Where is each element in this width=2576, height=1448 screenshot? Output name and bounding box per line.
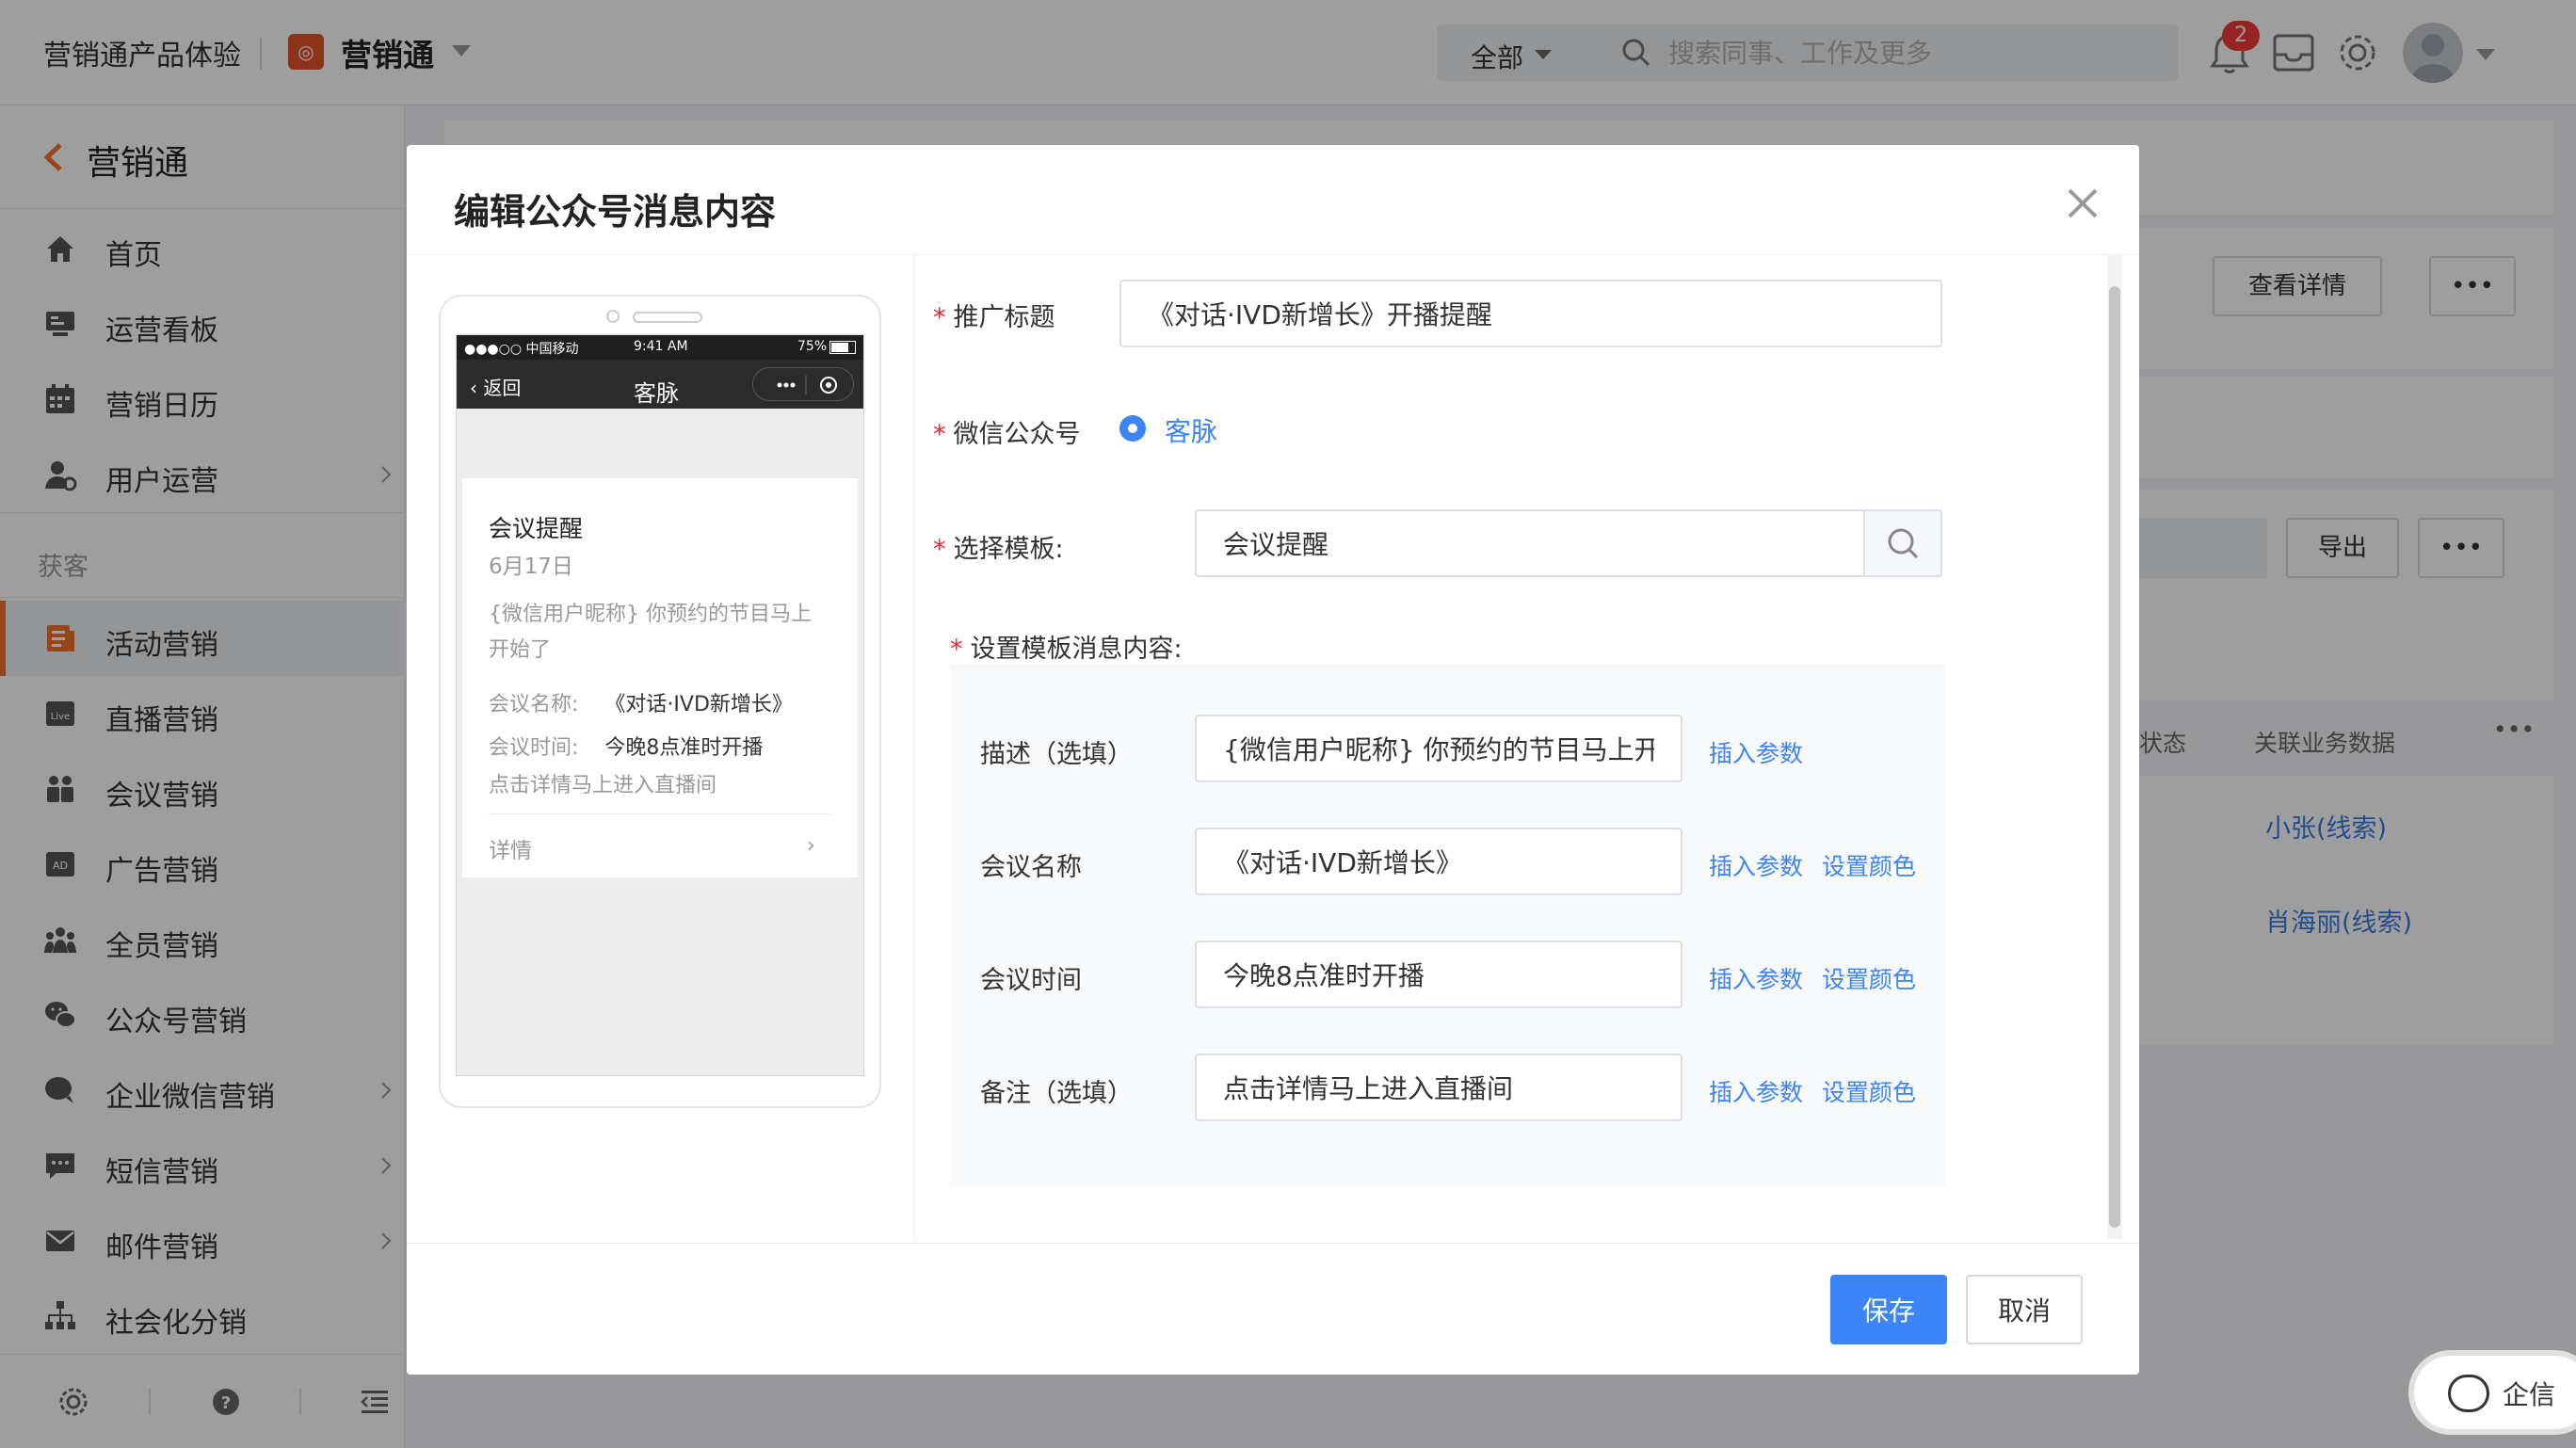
phone-screen: ●●●○○ 中国移动 9:41 AM 75% ‹ 返回 客脉 会议提醒 6月17… bbox=[456, 334, 864, 1076]
description-input[interactable] bbox=[1195, 715, 1682, 782]
close-icon[interactable] bbox=[2064, 185, 2101, 222]
message-form-panel: *推广标题 *微信公众号 客脉 *选择模板: *设置模板消息内容: 描述（选填）… bbox=[916, 255, 2139, 1242]
insert-param-link[interactable]: 插入参数 bbox=[1709, 848, 1803, 882]
battery-icon bbox=[829, 341, 856, 354]
set-color-link[interactable]: 设置颜色 bbox=[1822, 1074, 1916, 1108]
wechat-nav-bar: ‹ 返回 客脉 bbox=[457, 360, 863, 409]
required-mark: * bbox=[933, 535, 946, 564]
phone-status-bar: ●●●○○ 中国移动 9:41 AM 75% bbox=[457, 335, 863, 360]
card-title: 会议提醒 bbox=[489, 515, 584, 542]
save-button[interactable]: 保存 bbox=[1830, 1275, 1947, 1344]
card-meeting-time-row: 会议时间: 今晚8点准时开播 bbox=[489, 731, 763, 761]
insert-param-link[interactable]: 插入参数 bbox=[1709, 1074, 1803, 1108]
template-select-label: * 选择模板: bbox=[933, 528, 1064, 565]
field-label-text: 微信公众号 bbox=[953, 420, 1081, 449]
field-label-text: 推广标题 bbox=[953, 303, 1055, 332]
search-icon bbox=[1888, 528, 1919, 559]
phone-speaker bbox=[633, 312, 702, 323]
template-field-label: 会议时间 bbox=[980, 966, 1082, 995]
card-field-label: 会议名称: bbox=[489, 693, 579, 716]
card-field-label: 会议时间: bbox=[489, 736, 579, 760]
insert-param-link[interactable]: 插入参数 bbox=[1709, 735, 1803, 769]
battery-percent: 75% bbox=[797, 339, 828, 354]
required-mark: * bbox=[933, 420, 946, 449]
chat-bubble-icon bbox=[2448, 1375, 2489, 1412]
required-mark: * bbox=[933, 303, 946, 332]
card-detail-link: 详情 bbox=[489, 839, 532, 863]
card-description: {微信用户昵称} 你预约的节目马上开始了 bbox=[489, 603, 812, 662]
phone-camera bbox=[606, 310, 620, 323]
template-select-input[interactable] bbox=[1195, 509, 1865, 577]
chevron-right-icon: › bbox=[807, 834, 815, 858]
promo-title-input[interactable] bbox=[1119, 280, 1942, 347]
enterprise-chat-button[interactable]: 企信 bbox=[2408, 1350, 2576, 1435]
wechat-account-label: * 微信公众号 bbox=[933, 413, 1081, 450]
chevron-left-icon: ‹ bbox=[470, 377, 477, 399]
carrier-label: ●●●○○ 中国移动 bbox=[464, 342, 579, 357]
set-color-link[interactable]: 设置颜色 bbox=[1822, 961, 1916, 995]
meeting-time-input[interactable] bbox=[1195, 941, 1682, 1008]
nav-title: 客脉 bbox=[634, 380, 679, 407]
template-field-label: 备注（选填） bbox=[980, 1079, 1133, 1108]
card-date: 6月17日 bbox=[489, 555, 573, 579]
nav-back-label: 返回 bbox=[483, 377, 522, 399]
dialog-title: 编辑公众号消息内容 bbox=[454, 191, 777, 233]
account-radio-selected[interactable] bbox=[1119, 415, 1146, 442]
remark-input[interactable] bbox=[1195, 1054, 1682, 1121]
card-field-value: 今晚8点准时开播 bbox=[604, 736, 764, 760]
account-radio-label[interactable]: 客脉 bbox=[1165, 411, 1217, 449]
capsule-more-close-icon bbox=[777, 376, 837, 394]
field-label-text: 选择模板: bbox=[953, 535, 1064, 564]
template-message-card: 会议提醒 6月17日 {微信用户昵称} 你预约的节目马上开始了 会议名称: 《对话… bbox=[462, 478, 858, 877]
insert-param-link[interactable]: 插入参数 bbox=[1709, 961, 1803, 995]
status-time: 9:41 AM bbox=[634, 339, 688, 354]
mini-program-capsule bbox=[752, 367, 854, 401]
set-color-link[interactable]: 设置颜色 bbox=[1822, 848, 1916, 882]
card-note: 点击详情马上进入直播间 bbox=[489, 774, 717, 797]
form-scrollbar-thumb[interactable] bbox=[2109, 286, 2120, 1228]
card-divider bbox=[489, 813, 831, 814]
template-content-label: * 设置模板消息内容: bbox=[950, 628, 1183, 665]
chat-label: 企信 bbox=[2503, 1379, 2556, 1410]
field-label-text: 设置模板消息内容: bbox=[970, 635, 1183, 664]
template-search-button[interactable] bbox=[1863, 509, 1942, 577]
meeting-name-input[interactable] bbox=[1195, 828, 1682, 895]
required-mark: * bbox=[950, 635, 963, 664]
message-preview-panel: ●●●○○ 中国移动 9:41 AM 75% ‹ 返回 客脉 会议提醒 6月17… bbox=[407, 255, 915, 1242]
nav-back: ‹ 返回 bbox=[470, 373, 521, 400]
card-field-value: 《对话·IVD新增长》 bbox=[604, 693, 793, 716]
card-meeting-name-row: 会议名称: 《对话·IVD新增长》 bbox=[489, 687, 793, 717]
promo-title-label: * 推广标题 bbox=[933, 297, 1055, 333]
cancel-button[interactable]: 取消 bbox=[1966, 1275, 2083, 1344]
template-field-label: 描述（选填） bbox=[980, 740, 1133, 769]
template-field-label: 会议名称 bbox=[980, 853, 1082, 882]
phone-mockup: ●●●○○ 中国移动 9:41 AM 75% ‹ 返回 客脉 会议提醒 6月17… bbox=[439, 295, 881, 1108]
edit-wechat-message-dialog: 编辑公众号消息内容 ●●●○○ 中国移动 9:41 AM 75% ‹ 返回 客脉… bbox=[407, 145, 2139, 1375]
